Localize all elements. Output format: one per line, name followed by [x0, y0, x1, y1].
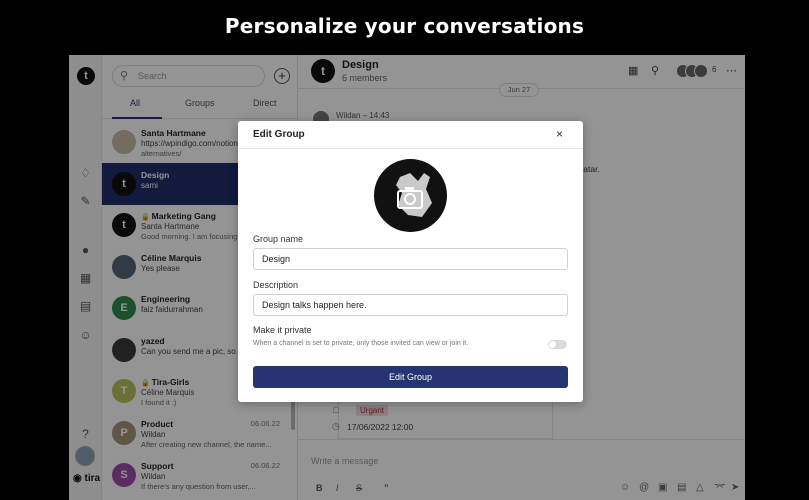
dialog-title: Edit Group: [253, 129, 305, 140]
divider: [238, 148, 583, 149]
description-label: Description: [253, 280, 299, 290]
private-label: Make it private: [253, 325, 312, 335]
group-name-field[interactable]: [253, 248, 568, 270]
group-name-label: Group name: [253, 234, 304, 244]
description-field[interactable]: [253, 294, 568, 316]
group-avatar-upload[interactable]: [374, 159, 447, 232]
headline: Personalize your conversations: [224, 14, 585, 38]
edit-group-button[interactable]: Edit Group: [253, 366, 568, 388]
close-icon[interactable]: ×: [556, 127, 563, 141]
private-hint: When a channel is set to private, only t…: [253, 340, 469, 347]
edit-group-dialog: Edit Group × Group name Description Make…: [238, 121, 583, 402]
private-toggle[interactable]: [548, 340, 567, 349]
camera-icon: [396, 173, 432, 217]
